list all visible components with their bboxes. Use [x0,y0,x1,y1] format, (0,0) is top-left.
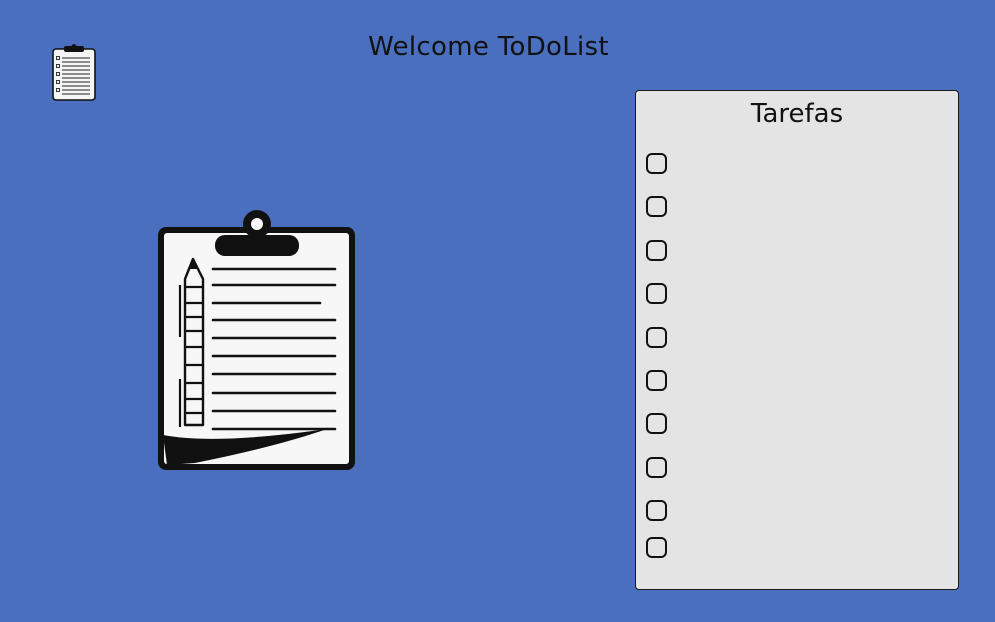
task-item [646,153,946,196]
task-item [646,456,946,500]
task-item [646,239,946,283]
task-checkbox[interactable] [646,326,667,348]
tasks-panel: Tarefas [635,90,959,590]
app-window: Welcome ToDoList Tarefas [0,0,995,622]
task-checkbox[interactable] [646,239,667,261]
task-checkbox[interactable] [646,153,667,174]
task-checkbox[interactable] [646,196,667,218]
task-checkbox[interactable] [646,456,667,478]
task-item [646,500,946,537]
task-item [646,326,946,370]
task-checkbox[interactable] [646,537,667,559]
task-checkbox[interactable] [646,369,667,391]
clipboard-with-pencil-icon [158,210,355,470]
app-title: Welcome ToDoList [368,32,609,62]
task-item [646,196,946,239]
task-item [646,369,946,413]
task-checkbox[interactable] [646,413,667,435]
tasks-panel-title: Tarefas [750,99,844,129]
task-list [646,153,946,567]
task-checkbox[interactable] [646,283,667,305]
task-item [646,537,946,567]
task-item [646,283,946,326]
task-item [646,413,946,456]
task-checkbox[interactable] [646,500,667,522]
